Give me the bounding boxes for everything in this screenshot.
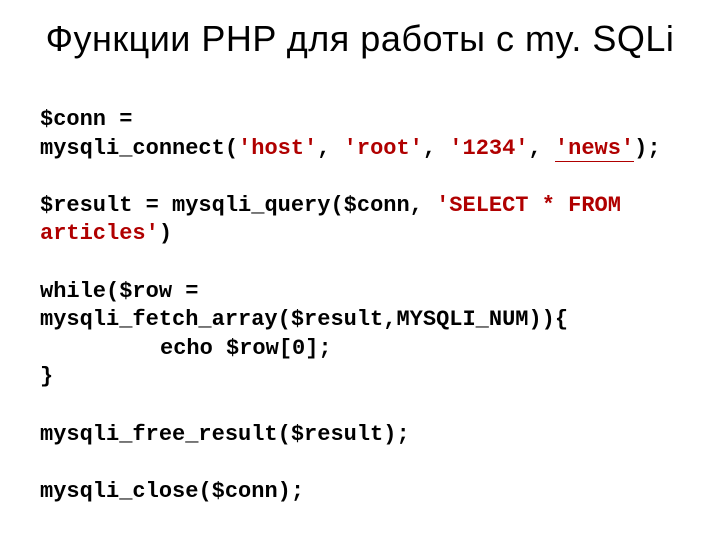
code-text: )	[159, 221, 172, 246]
code-text: ($conn);	[198, 479, 304, 504]
code-text: );	[634, 136, 660, 161]
code-func: mysqli_connect	[40, 136, 225, 161]
code-keyword: echo	[160, 336, 226, 361]
code-text: ($row =	[106, 279, 212, 304]
code-text: ($result);	[278, 422, 410, 447]
code-text: $result =	[40, 193, 172, 218]
code-block: $conn = mysqli_connect('host', 'root', '…	[40, 77, 680, 535]
slide: Функции PHP для работы с my. SQLi $conn …	[0, 0, 720, 540]
code-string: 'news'	[555, 136, 634, 162]
code-text: ,	[423, 136, 449, 161]
code-func: mysqli_query	[172, 193, 330, 218]
code-text: ($conn,	[330, 193, 436, 218]
code-keyword: while	[40, 279, 106, 304]
code-text: ,	[529, 136, 555, 161]
code-text: $conn =	[40, 107, 146, 132]
code-text: }	[40, 364, 53, 389]
code-text: ,	[317, 136, 343, 161]
code-string: '1234'	[449, 136, 528, 161]
slide-title: Функции PHP для работы с my. SQLi	[40, 18, 680, 59]
code-string: articles'	[40, 221, 159, 246]
code-string: 'SELECT * FROM	[436, 193, 621, 218]
code-func: mysqli_close	[40, 479, 198, 504]
code-text: $row[0];	[226, 336, 332, 361]
code-string: 'host'	[238, 136, 317, 161]
code-func: mysqli_free_result	[40, 422, 278, 447]
code-func: mysqli_fetch_array	[40, 307, 278, 332]
code-text: (	[225, 136, 238, 161]
code-string: 'root'	[344, 136, 423, 161]
code-text: ($result,MYSQLI_NUM)){	[278, 307, 568, 332]
